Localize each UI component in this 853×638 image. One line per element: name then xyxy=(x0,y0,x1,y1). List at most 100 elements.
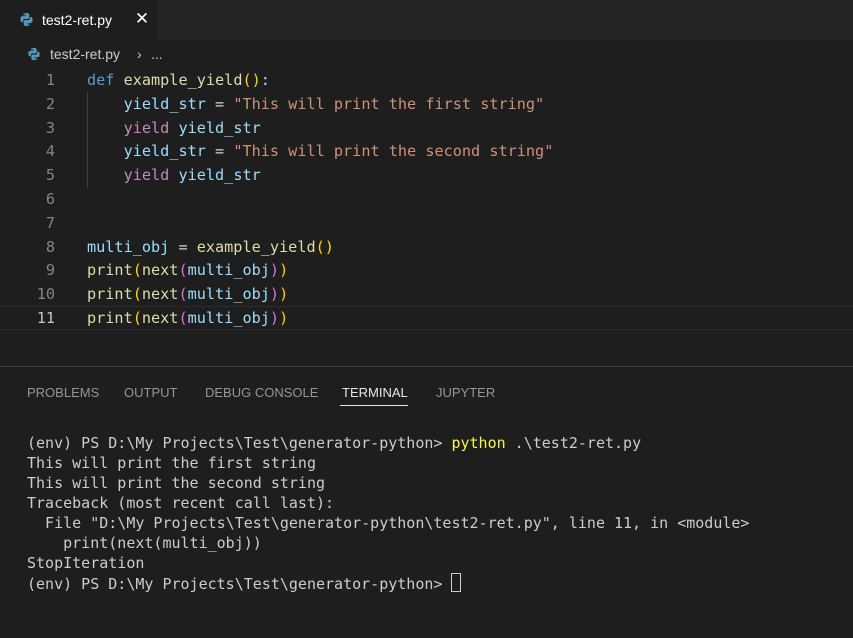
line-number: 10 xyxy=(36,285,55,304)
python-icon xyxy=(28,47,40,61)
code-text: print(next(multi_obj)) xyxy=(87,258,288,282)
code-token: "This will print the first string" xyxy=(233,94,545,113)
code-token: ( xyxy=(178,285,188,304)
code-token: ) xyxy=(279,309,289,327)
code-token: yield xyxy=(123,118,170,137)
line-number: 2 xyxy=(45,94,55,113)
code-token: ) xyxy=(279,261,289,280)
terminal-line: print(next(multi_obj)) xyxy=(27,534,262,552)
code-token: () xyxy=(315,237,334,256)
code-token: = xyxy=(205,142,234,161)
line-number: 7 xyxy=(45,213,55,232)
code-token: : xyxy=(260,71,270,89)
terminal-line: This will print the first string xyxy=(27,454,316,472)
code-line[interactable]: 8 multi_obj = example_yield() xyxy=(0,235,853,259)
code-line[interactable]: 6 xyxy=(0,187,853,211)
code-line[interactable]: 7 xyxy=(0,211,853,235)
code-token: yield_str xyxy=(178,118,261,137)
code-token: ) xyxy=(279,285,289,304)
terminal-line: (env) PS D:\My Projects\Test\generator-p… xyxy=(27,573,847,593)
code-text: yield yield_str xyxy=(87,116,261,140)
code-text: multi_obj = example_yield() xyxy=(87,235,334,259)
tab-debug-console[interactable]: DEBUG CONSOLE xyxy=(205,383,318,403)
tab-jupyter[interactable]: JUPYTER xyxy=(436,383,495,403)
line-number: 3 xyxy=(45,118,55,137)
code-token: ( xyxy=(132,285,142,304)
terminal-line: (env) PS D:\My Projects\Test\generator-p… xyxy=(27,433,847,453)
code-line[interactable]: 1 def example_yield(): xyxy=(0,68,853,92)
line-number: 4 xyxy=(45,142,55,161)
terminal-prompt: (env) PS D:\My Projects\Test\generator-p… xyxy=(27,434,452,452)
breadcrumb: test2-ret.py › ... xyxy=(0,40,853,68)
tab-terminal[interactable]: TERMINAL xyxy=(342,383,408,403)
line-number: 8 xyxy=(45,237,55,256)
code-token: multi_obj xyxy=(187,285,270,304)
tab-problems[interactable]: PROBLEMS xyxy=(27,383,99,403)
code-token: ( xyxy=(132,261,142,280)
tab-output[interactable]: OUTPUT xyxy=(124,383,177,403)
chevron-right-icon: › xyxy=(137,46,142,62)
code-token: yield_str xyxy=(178,166,261,185)
code-text: yield yield_str xyxy=(87,163,261,187)
bottom-panel: PROBLEMS OUTPUT DEBUG CONSOLE TERMINAL J… xyxy=(0,366,853,638)
code-token: = xyxy=(205,94,234,113)
code-token: next xyxy=(141,309,179,327)
code-token: multi_obj xyxy=(187,309,270,327)
code-token: ( xyxy=(132,309,142,327)
code-token: () xyxy=(242,71,261,89)
terminal-line: This will print the second string xyxy=(27,474,326,492)
breadcrumb-symbols[interactable]: ... xyxy=(151,44,163,64)
editor-tab-bar: test2-ret.py ✕ xyxy=(0,0,853,40)
code-line[interactable]: 10 print(next(multi_obj)) xyxy=(0,282,853,306)
code-token: print xyxy=(87,285,133,304)
terminal-output[interactable]: (env) PS D:\My Projects\Test\generator-p… xyxy=(27,433,847,593)
code-line[interactable]: 9 print(next(multi_obj)) xyxy=(0,258,853,282)
code-token: yield xyxy=(123,166,170,185)
line-number: 6 xyxy=(45,190,55,208)
terminal-prompt: (env) PS D:\My Projects\Test\generator-p… xyxy=(27,575,452,593)
code-editor[interactable]: 1 def example_yield(): 2 yield_str = "This… xyxy=(0,68,853,366)
code-token: ) xyxy=(269,261,280,280)
code-text: yield_str = "This will print the second … xyxy=(87,139,554,163)
code-token: ( xyxy=(178,309,188,327)
breadcrumb-file[interactable]: test2-ret.py xyxy=(50,44,120,64)
line-number: 5 xyxy=(45,166,55,185)
code-line[interactable]: 11 print(next(multi_obj)) xyxy=(0,306,853,330)
terminal-cursor[interactable] xyxy=(451,573,462,592)
code-token: next xyxy=(141,285,179,304)
code-text: print(next(multi_obj)) xyxy=(87,282,288,306)
close-icon[interactable]: ✕ xyxy=(134,11,150,28)
terminal-command: python xyxy=(451,434,506,452)
code-token: next xyxy=(141,261,179,280)
terminal-line: File "D:\My Projects\Test\generator-pyth… xyxy=(27,514,750,532)
line-number: 11 xyxy=(36,309,55,327)
code-token: "This will print the second string" xyxy=(233,142,554,161)
code-token: def xyxy=(87,71,115,89)
code-text: yield_str = "This will print the first s… xyxy=(87,92,545,116)
code-token: print xyxy=(87,309,133,327)
code-line[interactable]: 5 yield yield_str xyxy=(0,163,853,187)
vscode-window: test2-ret.py ✕ test2-ret.py › ... 1 def e… xyxy=(0,0,853,638)
code-token: = xyxy=(169,237,197,256)
terminal-line: Traceback (most recent call last): xyxy=(27,494,335,512)
code-text: print(next(multi_obj)) xyxy=(87,307,288,329)
code-token: multi_obj xyxy=(87,237,170,256)
code-line[interactable]: 3 yield yield_str xyxy=(0,116,853,140)
code-token: example_yield xyxy=(196,237,316,256)
code-token: ( xyxy=(178,261,188,280)
editor-tab-test2-ret[interactable]: test2-ret.py ✕ xyxy=(0,0,158,40)
code-line[interactable]: 4 yield_str = "This will print the secon… xyxy=(0,139,853,163)
python-icon xyxy=(20,12,33,27)
line-number: 1 xyxy=(45,71,55,89)
code-line[interactable]: 2 yield_str = "This will print the first… xyxy=(0,92,853,116)
code-token: print xyxy=(87,261,133,280)
code-token: example_yield xyxy=(123,71,243,89)
terminal-command-args: .\test2-ret.py xyxy=(505,434,642,452)
line-number: 9 xyxy=(45,261,55,280)
code-token: yield_str xyxy=(123,94,206,113)
